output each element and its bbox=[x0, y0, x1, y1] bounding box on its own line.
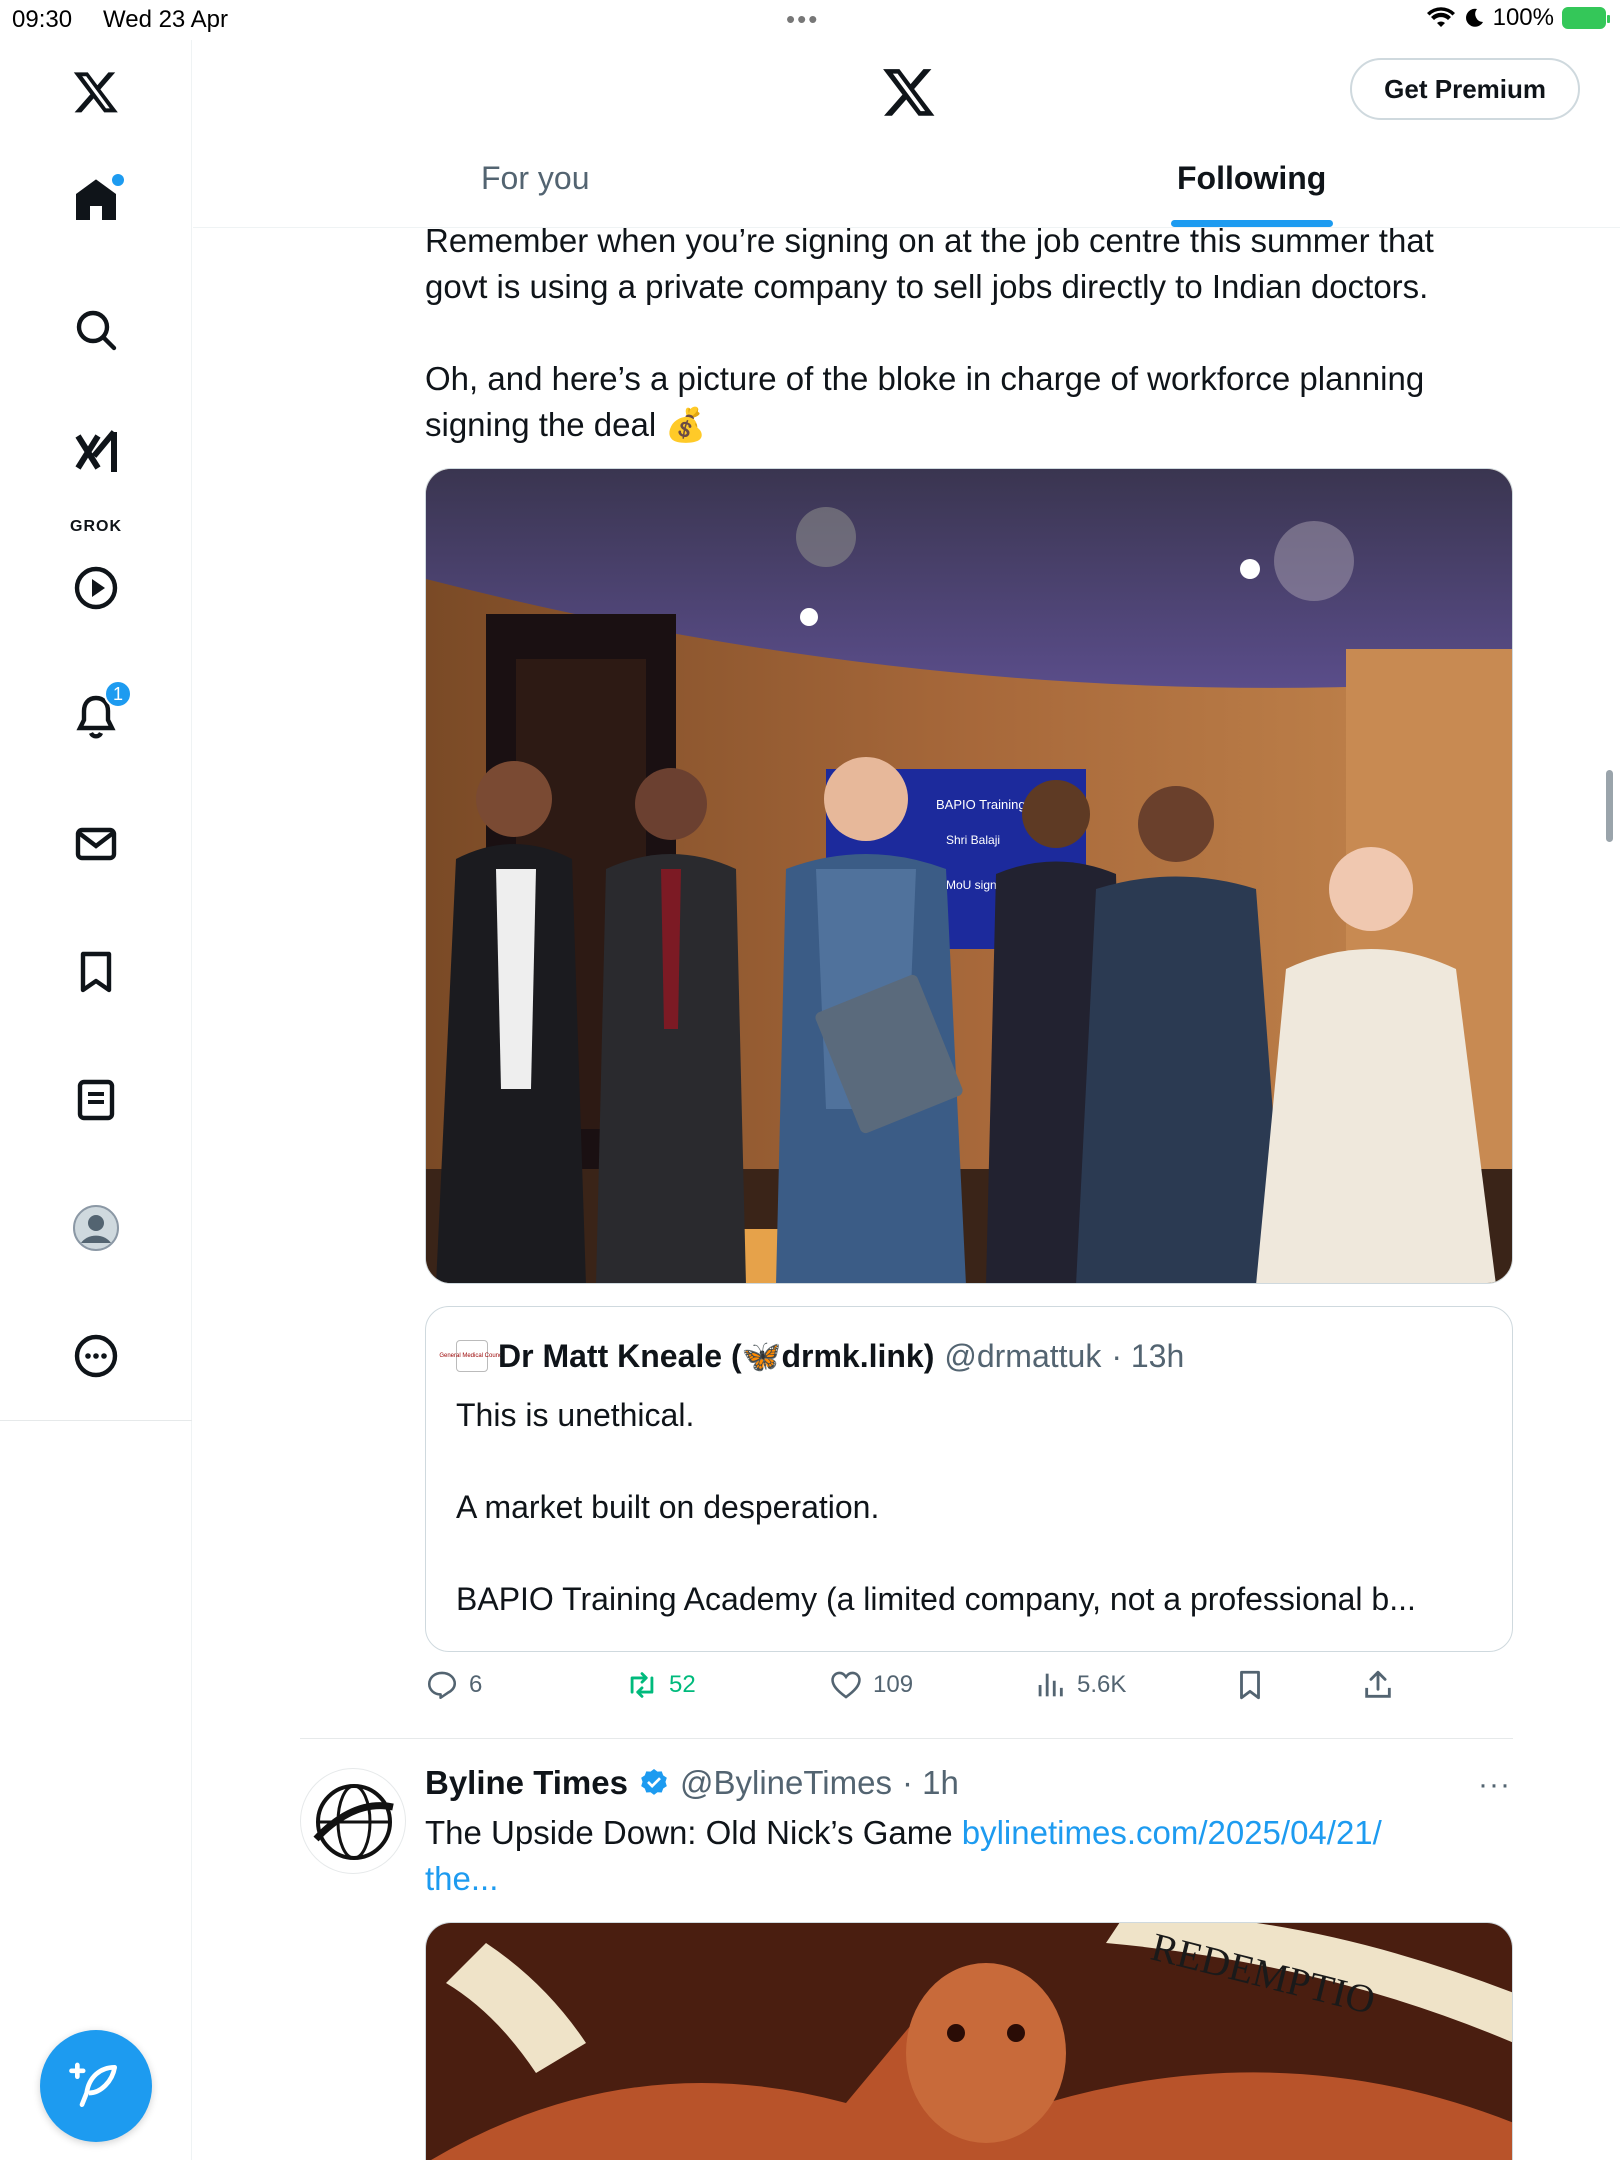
timeline-header: Get Premium For you Following bbox=[193, 40, 1620, 228]
post-more-button[interactable]: ··· bbox=[1478, 1768, 1511, 1802]
quoted-text-line: This is unethical. bbox=[456, 1397, 695, 1433]
avatar-icon bbox=[73, 1205, 119, 1251]
x-logo-icon[interactable] bbox=[68, 64, 124, 120]
tab-for-you[interactable]: For you bbox=[481, 160, 589, 197]
play-icon bbox=[74, 566, 118, 610]
reply-button[interactable]: 6 bbox=[425, 1668, 482, 1702]
sidebar: GROK 1 bbox=[0, 40, 192, 2160]
quoted-text-line: BAPIO Training Academy (a limited compan… bbox=[456, 1581, 1416, 1617]
like-button[interactable]: 109 bbox=[829, 1668, 913, 1702]
status-bar: 09:30 Wed 23 Apr ••• 100% bbox=[0, 0, 1620, 40]
svg-text:Shri Balaji: Shri Balaji bbox=[946, 833, 1000, 847]
quoted-post-header: General Medical Council Dr Matt Kneale (… bbox=[439, 1337, 1185, 1375]
post-text-line: Remember when you’re signing on at the j… bbox=[425, 222, 1434, 259]
wifi-icon bbox=[1426, 7, 1455, 27]
author-handle[interactable]: @BylineTimes bbox=[680, 1764, 892, 1802]
list-icon bbox=[77, 1079, 115, 1121]
sidebar-item-profile[interactable] bbox=[68, 1200, 124, 1256]
heart-icon bbox=[831, 1671, 861, 1699]
bookmark-icon bbox=[80, 951, 112, 993]
post-text: The Upside Down: Old Nick’s Game bylinet… bbox=[425, 1810, 1515, 1902]
author-name[interactable]: Byline Times bbox=[425, 1764, 628, 1802]
share-button[interactable] bbox=[1361, 1668, 1395, 1702]
reply-icon bbox=[427, 1671, 457, 1700]
grok-icon bbox=[75, 430, 117, 472]
mail-icon bbox=[75, 827, 117, 861]
compose-post-button[interactable] bbox=[40, 2030, 152, 2142]
sidebar-item-bookmarks[interactable] bbox=[68, 944, 124, 1000]
sidebar-item-explore[interactable] bbox=[68, 302, 124, 358]
bookmark-icon bbox=[1240, 1670, 1260, 1700]
battery-percent: 100% bbox=[1492, 4, 1554, 31]
post-action-bar: 6 52 109 5.6K bbox=[425, 1668, 1525, 1708]
post-text-line: govt is using a private company to sell … bbox=[425, 268, 1429, 305]
post-text-line: signing the deal 💰 bbox=[425, 406, 707, 443]
quoted-author-handle[interactable]: @drmattuk bbox=[944, 1338, 1101, 1375]
share-icon bbox=[1365, 1670, 1391, 1698]
tab-following[interactable]: Following bbox=[1177, 160, 1326, 197]
more-icon bbox=[74, 1334, 118, 1378]
post-photo[interactable]: BAPIO Training Shri Balaji MoU signing bbox=[425, 468, 1513, 1284]
notifications-badge: 1 bbox=[104, 680, 132, 708]
moon-icon bbox=[1465, 8, 1483, 27]
sidebar-divider bbox=[0, 1420, 192, 1421]
search-icon bbox=[76, 310, 117, 351]
photo-screen-text: BAPIO Training bbox=[936, 797, 1026, 812]
post-header: Byline Times @BylineTimes · 1h bbox=[425, 1764, 959, 1802]
post-text-body: The Upside Down: Old Nick’s Game bbox=[425, 1814, 962, 1851]
quoted-author-name[interactable]: Dr Matt Kneale (🦋drmk.link) bbox=[498, 1337, 934, 1375]
reply-count: 6 bbox=[469, 1671, 483, 1698]
byline-times-avatar[interactable] bbox=[300, 1768, 406, 1874]
sidebar-item-more[interactable] bbox=[68, 1328, 124, 1384]
repost-icon bbox=[630, 1672, 654, 1698]
post-text-line: Oh, and here’s a picture of the bloke in… bbox=[425, 360, 1425, 397]
status-time: 09:30 bbox=[12, 6, 73, 33]
sidebar-item-videos[interactable] bbox=[68, 560, 124, 616]
scrollbar-thumb[interactable] bbox=[1606, 770, 1613, 842]
home-unread-dot bbox=[112, 174, 124, 186]
post-divider bbox=[300, 1738, 1513, 1739]
views-count: 5.6K bbox=[1077, 1671, 1127, 1698]
grok-label: GROK bbox=[70, 518, 122, 535]
multitasking-dots-icon[interactable]: ••• bbox=[786, 4, 819, 35]
views-button[interactable]: 5.6K bbox=[1033, 1668, 1126, 1702]
status-date: Wed 23 Apr bbox=[103, 6, 228, 33]
battery-icon bbox=[1562, 7, 1610, 29]
like-count: 109 bbox=[873, 1671, 914, 1698]
sidebar-item-lists[interactable] bbox=[68, 1072, 124, 1128]
x-logo-icon[interactable] bbox=[881, 64, 937, 120]
post-link-continued[interactable]: the... bbox=[425, 1860, 498, 1897]
views-chart-icon bbox=[1038, 1673, 1063, 1697]
post-photo[interactable]: REDEMPTIO bbox=[425, 1922, 1513, 2160]
repost-button[interactable]: 52 bbox=[625, 1668, 696, 1702]
quoted-text-line: A market built on desperation. bbox=[456, 1489, 880, 1525]
status-right: 100% bbox=[1426, 4, 1610, 32]
sidebar-item-notifications[interactable]: 1 bbox=[68, 680, 132, 744]
verified-badge-icon bbox=[641, 1769, 667, 1795]
quoted-post[interactable]: General Medical Council Dr Matt Kneale (… bbox=[425, 1306, 1513, 1652]
sidebar-item-grok[interactable] bbox=[68, 424, 124, 480]
post-time: · 1h bbox=[901, 1764, 959, 1801]
sidebar-item-home[interactable] bbox=[68, 172, 124, 228]
quoted-author-avatar[interactable]: General Medical Council bbox=[439, 1340, 505, 1372]
sidebar-item-messages[interactable] bbox=[68, 816, 124, 872]
bookmark-button[interactable] bbox=[1233, 1668, 1267, 1702]
quoted-post-time: · 13h bbox=[1111, 1337, 1185, 1374]
compose-feather-icon bbox=[69, 2062, 117, 2107]
get-premium-button[interactable]: Get Premium bbox=[1350, 58, 1580, 120]
post-link[interactable]: bylinetimes.com/2025/04/21/ bbox=[962, 1814, 1382, 1851]
repost-count: 52 bbox=[669, 1671, 696, 1698]
